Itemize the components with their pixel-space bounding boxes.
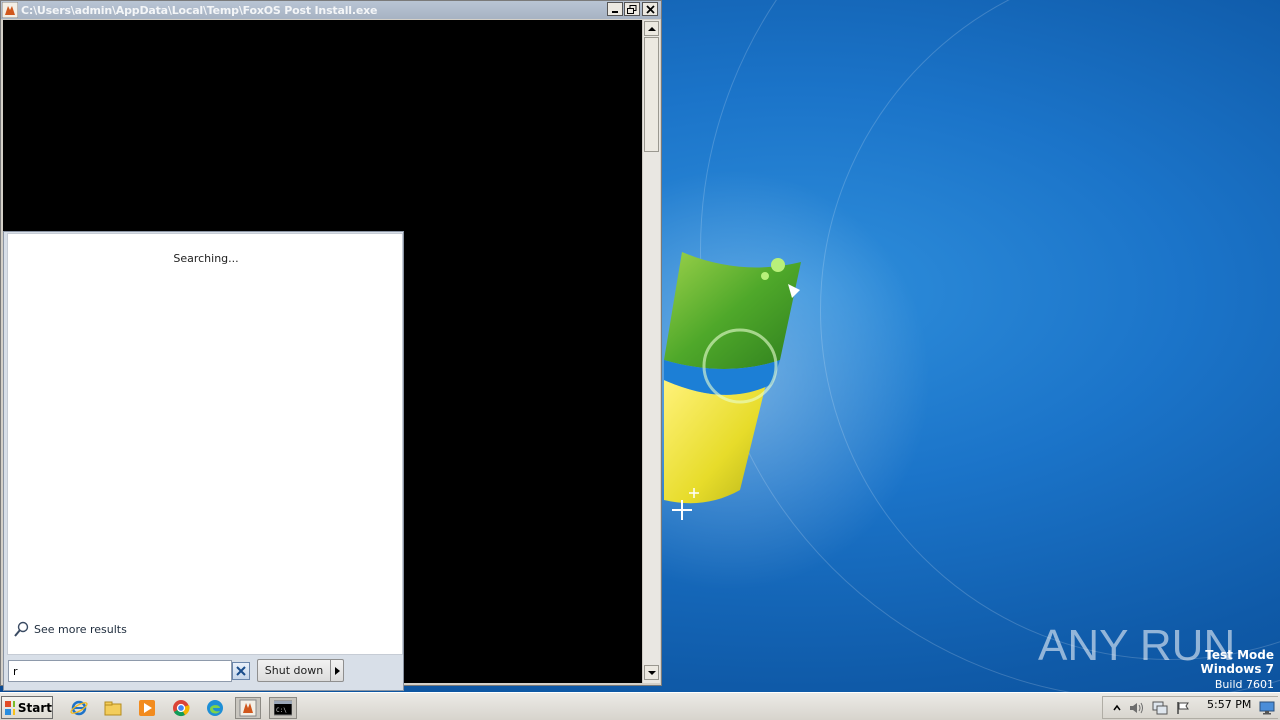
minimize-button[interactable] bbox=[607, 2, 623, 16]
test-mode-label: Test Mode bbox=[1205, 648, 1274, 662]
chrome-icon bbox=[173, 700, 190, 717]
monitor-icon bbox=[1259, 701, 1275, 715]
edge-button[interactable] bbox=[204, 697, 226, 719]
chevron-up-icon bbox=[1113, 704, 1121, 711]
internet-explorer-icon bbox=[70, 700, 88, 716]
see-more-results-link[interactable]: See more results bbox=[14, 621, 127, 637]
restore-button[interactable] bbox=[624, 2, 640, 16]
foxos-taskbar-button[interactable] bbox=[235, 697, 261, 719]
internet-explorer-button[interactable] bbox=[68, 697, 90, 719]
clear-search-button[interactable] bbox=[232, 662, 250, 680]
speaker-icon bbox=[1130, 702, 1143, 714]
start-button[interactable]: Start bbox=[1, 696, 53, 719]
media-player-icon bbox=[139, 700, 155, 716]
clear-x-icon bbox=[236, 666, 246, 676]
see-more-results-label: See more results bbox=[34, 622, 127, 636]
start-search-input[interactable] bbox=[8, 660, 232, 682]
action-center-button[interactable] bbox=[1175, 700, 1191, 716]
taskbar-clock[interactable]: 5:57 PM bbox=[1207, 698, 1251, 711]
window-title: C:\Users\admin\AppData\Local\Temp\FoxOS … bbox=[21, 3, 378, 17]
chrome-button[interactable] bbox=[170, 697, 192, 719]
foxos-app-icon bbox=[2, 2, 18, 18]
notification-area bbox=[1102, 696, 1278, 719]
taskbar: Start C:\ bbox=[0, 692, 1280, 720]
explorer-icon bbox=[104, 701, 122, 716]
explorer-button[interactable] bbox=[102, 697, 124, 719]
shut-down-button[interactable]: Shut down bbox=[257, 659, 331, 682]
search-results-panel: Searching... See more results bbox=[7, 233, 403, 655]
show-desktop-button[interactable] bbox=[1259, 700, 1275, 716]
close-icon bbox=[645, 4, 655, 14]
start-menu[interactable]: Searching... See more results Shut down bbox=[3, 231, 404, 691]
foxos-icon bbox=[239, 699, 257, 717]
start-label: Start bbox=[17, 700, 52, 715]
scroll-down-button[interactable] bbox=[644, 665, 659, 680]
vertical-scrollbar[interactable] bbox=[642, 20, 660, 683]
network-button[interactable] bbox=[1152, 700, 1168, 716]
media-player-button[interactable] bbox=[136, 697, 158, 719]
close-button[interactable] bbox=[642, 2, 658, 16]
windows-flag-icon bbox=[5, 700, 15, 715]
scroll-up-button[interactable] bbox=[644, 21, 659, 36]
svg-text:C:\: C:\ bbox=[276, 707, 287, 714]
volume-button[interactable] bbox=[1129, 700, 1145, 716]
minimize-icon bbox=[612, 11, 618, 13]
build-label: Build 7601 bbox=[1214, 678, 1274, 691]
windows-version-label: Windows 7 bbox=[1200, 662, 1274, 676]
shut-down-options-button[interactable] bbox=[330, 659, 344, 682]
network-icon bbox=[1152, 701, 1168, 715]
arrow-right-icon bbox=[334, 666, 340, 675]
searching-status: Searching... bbox=[173, 252, 239, 265]
arrow-up-icon bbox=[647, 26, 656, 31]
scrollbar-thumb[interactable] bbox=[644, 37, 659, 152]
window-title-bar[interactable]: C:\Users\admin\AppData\Local\Temp\FoxOS … bbox=[1, 1, 661, 19]
cmd-icon: C:\ bbox=[274, 700, 292, 716]
edge-icon bbox=[207, 700, 223, 716]
cmd-taskbar-button[interactable]: C:\ bbox=[269, 697, 297, 719]
flag-icon bbox=[1177, 702, 1189, 714]
arrow-down-icon bbox=[647, 670, 656, 675]
show-hidden-icons-button[interactable] bbox=[1109, 700, 1125, 716]
magnifier-icon bbox=[14, 621, 29, 637]
restore-icon bbox=[627, 4, 637, 14]
